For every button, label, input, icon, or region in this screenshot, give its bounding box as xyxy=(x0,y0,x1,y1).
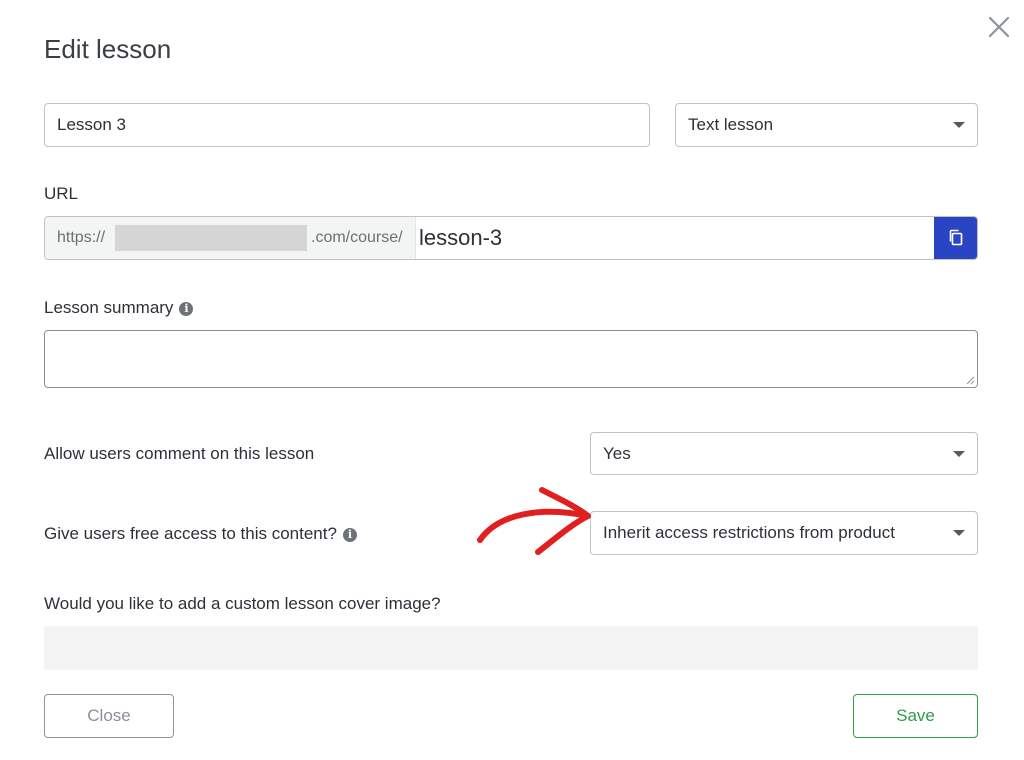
info-icon[interactable]: i xyxy=(342,527,357,542)
copy-icon xyxy=(949,229,962,246)
chevron-down-icon xyxy=(953,122,965,128)
close-icon[interactable] xyxy=(986,14,1012,40)
comments-select[interactable]: Yes xyxy=(590,432,978,475)
url-prefix-start: https:// xyxy=(57,229,106,246)
redacted-domain xyxy=(115,225,307,251)
copy-url-button[interactable] xyxy=(934,217,977,259)
free-access-select[interactable]: Inherit access restrictions from product xyxy=(590,511,978,555)
info-icon[interactable]: i xyxy=(179,301,194,316)
cover-image-label: Would you like to add a custom lesson co… xyxy=(44,594,441,613)
comments-label: Allow users comment on this lesson xyxy=(44,444,315,463)
comments-value: Yes xyxy=(603,443,631,463)
save-button[interactable]: Save xyxy=(853,694,978,738)
summary-label: Lesson summary xyxy=(44,298,174,317)
free-access-label-row: Give users free access to this content? i xyxy=(44,524,357,544)
url-label: URL xyxy=(44,184,79,203)
resize-handle-icon[interactable] xyxy=(965,375,975,385)
chevron-down-icon xyxy=(953,450,965,457)
lesson-name-value: Lesson 3 xyxy=(57,115,126,134)
summary-textarea[interactable] xyxy=(44,330,978,388)
summary-label-row: Lesson summary i xyxy=(44,298,194,318)
lesson-name-input[interactable]: Lesson 3 xyxy=(44,103,650,147)
url-prefix-end: .com/course/ xyxy=(311,229,403,246)
url-slug-input[interactable]: lesson-3 xyxy=(419,225,502,251)
cover-image-upload-area[interactable] xyxy=(44,626,978,670)
url-prefix: https:// .com/course/ xyxy=(45,217,416,259)
lesson-type-value: Text lesson xyxy=(688,115,774,134)
free-access-value: Inherit access restrictions from product xyxy=(603,523,895,542)
url-field[interactable]: https:// .com/course/ lesson-3 xyxy=(44,216,978,260)
free-access-label: Give users free access to this content? xyxy=(44,524,337,543)
lesson-type-select[interactable]: Text lesson xyxy=(675,103,978,147)
dialog-title: Edit lesson xyxy=(44,34,172,64)
close-button[interactable]: Close xyxy=(44,694,174,738)
annotation-arrow-icon xyxy=(477,487,591,555)
chevron-down-icon xyxy=(953,530,965,536)
